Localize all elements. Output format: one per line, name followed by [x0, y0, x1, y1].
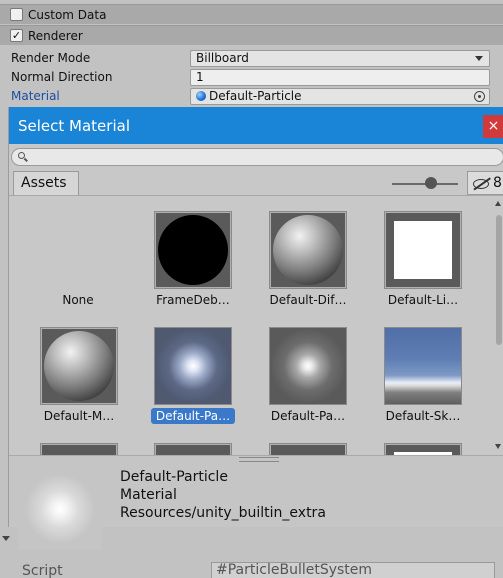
asset-thumbnail[interactable]: [154, 211, 232, 289]
preview-thumbnail: [19, 468, 101, 550]
toolbar: Assets 8: [9, 170, 503, 196]
script-label: Script: [22, 563, 63, 578]
asset-label: Default-M…: [43, 409, 115, 423]
asset-thumbnail[interactable]: [269, 211, 347, 289]
scrollbar-thumb[interactable]: [496, 215, 502, 345]
normal-direction-label: Normal Direction: [11, 70, 113, 84]
white-square-thumb: [394, 221, 452, 279]
render-mode-value: Billboard: [196, 51, 249, 65]
script-field[interactable]: #ParticleBulletSystem: [211, 562, 495, 578]
asset-thumbnail[interactable]: [269, 327, 347, 405]
renderer-label: Renderer: [28, 28, 83, 43]
script-row: Script #ParticleBulletSystem: [0, 560, 503, 578]
scroll-down-icon[interactable]: [495, 444, 501, 449]
asset-label: Default-Li…: [387, 293, 459, 307]
material-field[interactable]: Default-Particle: [190, 88, 490, 105]
eye-slash-icon: [473, 179, 489, 189]
asset-thumbnail[interactable]: [384, 211, 462, 289]
asset-thumbnail[interactable]: [40, 327, 118, 405]
hidden-count: 8: [493, 175, 502, 191]
asset-thumbnail[interactable]: [384, 327, 462, 405]
script-hash-icon: #: [216, 562, 228, 578]
preview-name: Default-Particle: [120, 469, 228, 485]
sky-thumb: [385, 328, 461, 404]
vertical-scrollbar[interactable]: [493, 197, 503, 455]
hidden-items-toggle[interactable]: 8: [467, 171, 503, 195]
glow-gray-thumb: [270, 328, 346, 404]
renderer-header[interactable]: ✓ Renderer: [0, 25, 503, 45]
material-label: Material: [11, 89, 60, 103]
script-value: ParticleBulletSystem: [227, 562, 373, 578]
asset-thumbnail-partial[interactable]: [384, 443, 462, 455]
material-icon: [196, 91, 206, 101]
sphere-thumb: [273, 215, 343, 285]
render-mode-label: Render Mode: [11, 51, 91, 65]
custom-data-label: Custom Data: [28, 7, 107, 22]
glow-blue-thumb: [155, 328, 231, 404]
chevron-down-icon: [475, 56, 483, 61]
sphere-thumb: [44, 331, 114, 401]
asset-thumbnail-partial[interactable]: [40, 443, 118, 455]
asset-label: None: [62, 293, 94, 307]
preview-path: Resources/unity_builtin_extra: [120, 505, 326, 521]
normal-direction-value: 1: [196, 70, 204, 84]
select-material-window: Select Material × Assets 8 None FrameDeb…: [8, 107, 503, 550]
window-title: Select Material: [18, 117, 130, 135]
preview-panel: Default-Particle Material Resources/unit…: [9, 455, 503, 550]
black-circle-thumb: [158, 215, 228, 285]
asset-label: Default-Sk…: [385, 409, 461, 423]
custom-data-header[interactable]: Custom Data: [0, 4, 503, 24]
render-mode-dropdown[interactable]: Billboard: [190, 50, 490, 67]
asset-label: Default-Dif…: [269, 293, 347, 307]
object-picker-icon[interactable]: [474, 91, 485, 102]
search-icon: [18, 152, 25, 159]
asset-thumbnail-partial[interactable]: [154, 443, 232, 455]
resize-grip-icon[interactable]: [239, 457, 279, 462]
asset-label: Default-Pa…: [270, 409, 346, 423]
renderer-checkbox[interactable]: ✓: [10, 29, 23, 42]
title-bar[interactable]: Select Material: [9, 107, 503, 144]
scroll-up-icon[interactable]: [495, 201, 501, 206]
tab-assets[interactable]: Assets: [13, 171, 79, 195]
asset-grid: None FrameDeb… Default-Dif… Default-Li…: [9, 197, 503, 455]
preview-type: Material: [120, 487, 177, 503]
asset-thumbnail-partial[interactable]: [269, 443, 347, 455]
asset-label-selected: Default-Pa…: [151, 408, 235, 424]
material-value: Default-Particle: [209, 89, 302, 103]
zoom-slider-thumb[interactable]: [425, 177, 437, 189]
normal-direction-field[interactable]: 1: [190, 69, 490, 86]
custom-data-checkbox[interactable]: [10, 8, 23, 21]
asset-thumbnail[interactable]: [154, 327, 232, 405]
search-input[interactable]: [11, 148, 503, 166]
foldout-arrow-icon[interactable]: [2, 536, 10, 541]
close-button[interactable]: ×: [483, 115, 503, 138]
asset-label: FrameDeb…: [156, 293, 230, 307]
